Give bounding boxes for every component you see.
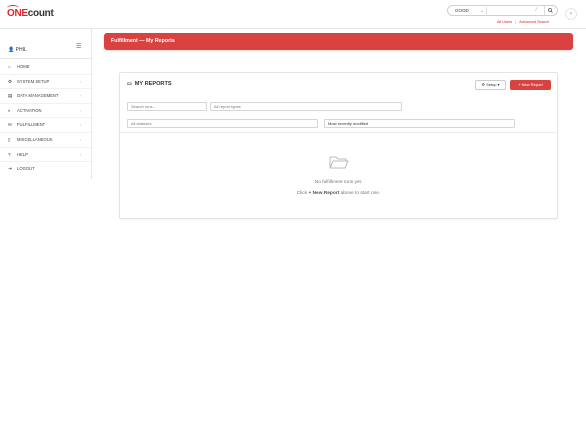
gear-icon: ⚙: [8, 78, 13, 84]
advanced-search-link[interactable]: Advanced Search: [519, 20, 549, 24]
folder-open-icon: [329, 156, 349, 169]
search-button[interactable]: [544, 6, 556, 15]
panel-header: ▭ MY REPORTS ⚙ Setup ▾ + New Report Searc…: [120, 73, 557, 133]
chevron-right-icon: ›: [79, 93, 81, 99]
empty-state-message: No fulfillment runs yet.: [314, 180, 363, 185]
sidebar-item-data-management[interactable]: ▤ DATA MANAGEMENT ›: [0, 89, 91, 104]
plus-icon: +: [518, 82, 521, 87]
sidebar-item-system-setup[interactable]: ⚙ SYSTEM SETUP ›: [0, 75, 91, 90]
chevron-right-icon: ›: [79, 122, 81, 128]
top-bar: ONEcount GOOD ⌄ ⁄ All Users | Advanced Sea…: [0, 0, 586, 29]
chevron-right-icon: ›: [79, 107, 81, 113]
collapse-panel-button[interactable]: ‹: [565, 8, 577, 20]
gear-icon: ⚙: [481, 82, 485, 87]
sidebar-item-label: HOME: [17, 64, 30, 69]
clear-icon[interactable]: ⁄: [536, 6, 537, 15]
sidebar-nav: ⌂ HOME ⚙ SYSTEM SETUP › ▤ DATA MANAGEMENT › ◐…: [0, 60, 91, 177]
question-icon: ?: [8, 151, 11, 157]
search-input[interactable]: [489, 6, 539, 15]
search-divider: [486, 7, 487, 14]
user-icon: 👤: [8, 47, 15, 53]
toggle-icon: ◐: [8, 107, 11, 113]
menu-toggle-icon[interactable]: ☰: [76, 43, 81, 50]
file-icon: ▯: [8, 136, 11, 142]
caret-down-icon: ▾: [497, 82, 500, 87]
search-runs-input[interactable]: Search runs...: [127, 102, 207, 111]
sidebar: 👤 PHIL ☰ ⌂ HOME ⚙ SYSTEM SETUP › ▤ DATA MANA…: [0, 29, 92, 179]
chevron-right-icon: ›: [79, 136, 81, 142]
top-links: All Users | Advanced Search: [497, 20, 549, 24]
chevron-down-icon: ⌄: [480, 8, 484, 13]
new-report-label: New Report: [521, 82, 543, 87]
page-header: Fulfillment — My Reports: [104, 33, 573, 50]
brand-logo[interactable]: ONEcount: [7, 5, 54, 19]
user-name[interactable]: 👤 PHIL: [8, 47, 27, 53]
sidebar-item-logout[interactable]: ⇥ LOGOUT: [0, 162, 91, 177]
envelope-icon: ✉: [8, 122, 12, 128]
hint-before: Click: [296, 191, 308, 196]
sidebar-item-miscellaneous[interactable]: ▯ MISCELLANEOUS ›: [0, 133, 91, 148]
status-select[interactable]: All statuses: [127, 119, 318, 128]
report-icon: ▭: [127, 81, 132, 87]
sidebar-item-label: LOGOUT: [17, 166, 35, 172]
logo-swoosh: [7, 5, 19, 11]
global-search: GOOD ⌄ ⁄: [447, 5, 558, 16]
sidebar-item-label: DATA MANAGEMENT: [17, 93, 59, 99]
hint-link[interactable]: + New Report: [308, 191, 339, 196]
home-icon: ⌂: [8, 64, 11, 69]
sidebar-item-home[interactable]: ⌂ HOME: [0, 60, 91, 75]
new-report-button[interactable]: + New Report: [510, 80, 551, 90]
sidebar-item-fulfillment[interactable]: ✉ FULFILLMENT ›: [0, 118, 91, 133]
all-users-link[interactable]: All Users: [497, 20, 512, 24]
link-separator: |: [515, 20, 517, 24]
search-icon: [548, 8, 553, 13]
chevron-right-icon: ›: [79, 78, 81, 84]
sidebar-item-label: ACTIVATION: [17, 107, 42, 113]
logo-count-text: count: [27, 8, 54, 19]
sidebar-item-help[interactable]: ? HELP ›: [0, 148, 91, 163]
search-scope-value: GOOD: [455, 8, 469, 13]
database-icon: ▤: [8, 93, 13, 99]
sidebar-item-label: SYSTEM SETUP: [17, 78, 50, 84]
page-title: Fulfillment — My Reports: [111, 38, 175, 44]
sidebar-item-label: MISCELLANEOUS: [17, 136, 53, 142]
sidebar-item-label: HELP: [17, 151, 28, 157]
search-scope-select[interactable]: GOOD ⌄: [450, 6, 484, 15]
panel-title: ▭ MY REPORTS: [127, 81, 172, 87]
sort-select[interactable]: Most recently modified: [324, 119, 515, 128]
chevron-left-icon: ‹: [570, 11, 572, 17]
chevron-right-icon: ›: [79, 151, 81, 157]
hint-after: above to start one.: [340, 191, 381, 196]
user-row: 👤 PHIL ☰: [0, 39, 91, 59]
reports-panel: ▭ MY REPORTS ⚙ Setup ▾ + New Report Searc…: [119, 72, 558, 219]
panel-title-text: MY REPORTS: [134, 81, 172, 87]
sidebar-item-activation[interactable]: ◐ ACTIVATION ›: [0, 104, 91, 119]
report-type-select[interactable]: All report types: [210, 102, 402, 111]
setup-dropdown-button[interactable]: ⚙ Setup ▾: [475, 80, 506, 90]
setup-label: Setup: [486, 82, 497, 87]
logout-icon: ⇥: [8, 166, 12, 172]
sidebar-item-label: FULFILLMENT: [17, 122, 46, 128]
user-name-label: PHIL: [15, 47, 27, 53]
empty-state-hint: Click + New Report above to start one.: [120, 191, 557, 196]
